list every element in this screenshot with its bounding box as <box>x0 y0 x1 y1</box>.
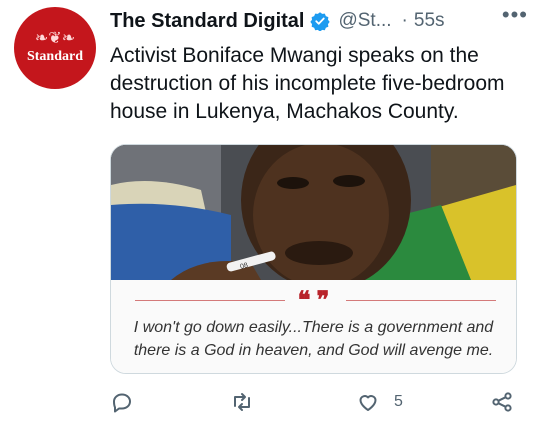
like-icon <box>359 395 377 411</box>
reply-button[interactable] <box>110 390 148 414</box>
like-button[interactable]: 5 <box>356 390 403 414</box>
avatar-brand-text: Standard <box>26 49 84 64</box>
avatar-crest: ❧❦❧ <box>34 30 76 47</box>
separator-dot: · <box>401 10 408 31</box>
share-button[interactable] <box>490 390 514 414</box>
reply-icon <box>113 393 131 413</box>
quote-text: I won't go down easily...There is a gove… <box>133 319 494 359</box>
avatar[interactable]: ❧❦❧ Standard <box>14 7 96 89</box>
quote-marks: ❝ ❞ <box>297 288 330 314</box>
retweet-button[interactable] <box>230 390 268 414</box>
more-icon[interactable]: ••• <box>502 2 528 28</box>
media-card[interactable]: 08 ❝ ❞ I won't go down easily...There is… <box>110 144 517 374</box>
timestamp[interactable]: 55s <box>414 10 445 32</box>
like-count: 5 <box>394 393 403 410</box>
action-bar: 5 <box>110 390 530 420</box>
account-handle[interactable]: @St... <box>338 10 391 32</box>
photo-illustration: 08 <box>111 145 516 280</box>
retweet-icon <box>234 393 250 411</box>
media-photo[interactable]: 08 <box>111 145 516 280</box>
verified-badge-icon <box>310 11 331 32</box>
tweet-text: Activist Boniface Mwangi speaks on the d… <box>110 44 505 123</box>
tweet-header: The Standard Digital @St... · 55s <box>110 6 526 36</box>
share-icon <box>492 392 512 412</box>
account-name[interactable]: The Standard Digital <box>110 10 304 33</box>
quote-area: ❝ ❞ I won't go down easily...There is a … <box>111 280 516 373</box>
